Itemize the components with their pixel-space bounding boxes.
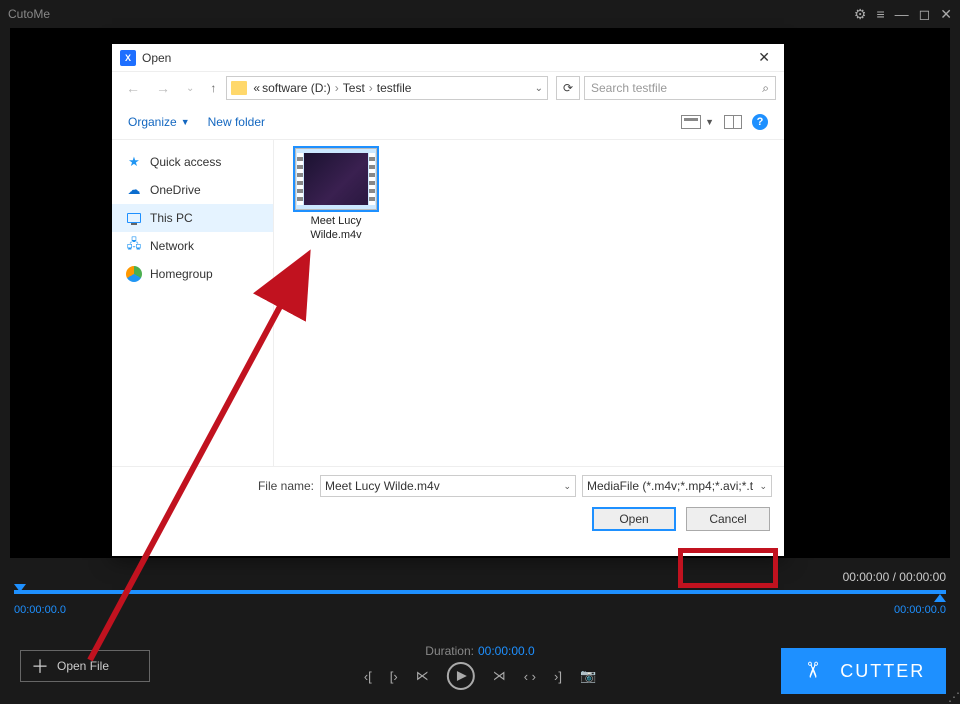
file-thumbnail [295,148,377,210]
file-item[interactable]: Meet Lucy Wilde.m4v [286,148,386,243]
dialog-sidebar: ★ Quick access ☁ OneDrive This PC 🖧 Netw… [112,140,274,466]
folder-icon [231,81,247,95]
plus-icon: ＋ [31,657,49,675]
file-label: Meet Lucy Wilde.m4v [286,214,386,243]
organize-label: Organize [128,115,177,129]
star-icon: ★ [126,154,142,170]
app-title: CutoMe [8,7,50,21]
duration-row: Duration: 00:00:00.0 [425,644,534,658]
breadcrumb-part-1[interactable]: Test [343,81,365,95]
organize-button[interactable]: Organize ▼ [128,115,190,129]
sidebar-item-this-pc[interactable]: This PC [112,204,273,232]
timeline-end-handle[interactable] [934,594,946,602]
dialog-app-icon: X [120,50,136,66]
prev-frame-icon[interactable]: ⋉ [416,668,429,684]
filter-value: MediaFile (*.m4v;*.mp4;*.avi;*.t [587,479,753,493]
cloud-icon: ☁ [126,182,142,198]
nav-recent-icon[interactable]: ⌄ [180,81,200,96]
breadcrumb-root: « [253,81,260,95]
sidebar-item-label: Quick access [150,155,221,169]
sidebar-item-onedrive[interactable]: ☁ OneDrive [112,176,273,204]
sidebar-item-label: This PC [150,211,193,225]
resize-grip[interactable]: ⋰ [946,690,960,704]
menu-icon[interactable]: ≡ [876,6,884,22]
breadcrumb-part-2[interactable]: testfile [377,81,412,95]
refresh-icon[interactable]: ⟳ [556,76,580,100]
sidebar-item-quick-access[interactable]: ★ Quick access [112,148,273,176]
nav-up-icon[interactable]: ↑ [204,79,222,97]
pc-icon [126,210,142,226]
sidebar-item-network[interactable]: 🖧 Network [112,232,273,260]
minimize-icon[interactable]: — [895,6,909,22]
dialog-titlebar: X Open ✕ [112,44,784,72]
dialog-file-list[interactable]: Meet Lucy Wilde.m4v [274,140,784,466]
nav-forward-icon[interactable]: → [150,78,176,98]
search-input[interactable]: Search testfile ⌕ [584,76,776,100]
timeline-end-time: 00:00:00.0 [894,604,946,616]
help-icon[interactable]: ? [752,114,768,130]
titlebar: CutoMe ⚙ ≡ — ◻ ✕ [0,0,960,28]
close-icon[interactable]: ✕ [940,6,952,23]
timeline-start-handle[interactable] [14,584,26,592]
filename-value: Meet Lucy Wilde.m4v [325,479,440,493]
playback-controls: ‹[ [› ⋉ ⋊ ‹ › ›] 📷 [364,662,596,690]
breadcrumb-dropdown-icon[interactable]: ⌄ [535,83,543,94]
breadcrumb-part-0[interactable]: software (D:) [262,81,331,95]
duration-value: 00:00:00.0 [478,644,535,658]
sidebar-item-label: Network [150,239,194,253]
breadcrumb[interactable]: « software (D:) › Test › testfile ⌄ [226,76,548,100]
filename-label: File name: [258,479,314,493]
file-open-dialog: X Open ✕ ← → ⌄ ↑ « software (D:) › Test … [112,44,784,556]
scissors-icon: ✂ [799,661,825,681]
duration-label: Duration: [425,644,474,658]
time-display: 00:00:00 / 00:00:00 [843,570,946,584]
sidebar-item-homegroup[interactable]: Homegroup [112,260,273,288]
open-file-label: Open File [57,659,109,673]
open-button-label: Open [619,512,648,526]
chevron-down-icon[interactable]: ⌄ [759,481,767,492]
timeline-start-time: 00:00:00.0 [14,604,946,616]
cancel-button-label: Cancel [709,512,746,526]
snapshot-icon[interactable]: 📷 [580,668,596,684]
open-button[interactable]: Open [592,507,676,531]
chevron-down-icon[interactable]: ⌄ [563,481,571,492]
filename-input[interactable]: Meet Lucy Wilde.m4v ⌄ [320,475,576,497]
settings-icon[interactable]: ⚙ [854,6,867,23]
preview-pane-button[interactable] [724,115,742,129]
jump-back-icon[interactable]: ‹ › [524,669,536,684]
dialog-close-icon[interactable]: ✕ [752,49,776,66]
new-folder-button[interactable]: New folder [208,115,265,129]
network-icon: 🖧 [126,238,142,254]
homegroup-icon [126,266,142,282]
cutter-label: CUTTER [840,661,925,682]
search-placeholder: Search testfile [591,81,667,95]
chevron-down-icon: ▼ [181,117,190,127]
mark-in-icon[interactable]: ‹[ [364,669,372,684]
chevron-right-icon: › [333,81,341,95]
dialog-nav: ← → ⌄ ↑ « software (D:) › Test › testfil… [112,72,784,104]
dialog-footer: File name: Meet Lucy Wilde.m4v ⌄ MediaFi… [112,466,784,531]
bottom-bar: ＋ Open File Duration: 00:00:00.0 ‹[ [› ⋉… [0,636,960,704]
maximize-icon[interactable]: ◻ [919,6,931,23]
chevron-right-icon: › [367,81,375,95]
mark-out-icon[interactable]: [› [390,669,398,684]
search-icon: ⌕ [762,81,769,96]
jump-fwd-icon[interactable]: ›] [554,669,562,684]
view-mode-button[interactable]: ▼ [681,115,714,129]
sidebar-item-label: OneDrive [150,183,201,197]
file-type-filter[interactable]: MediaFile (*.m4v;*.mp4;*.avi;*.t ⌄ [582,475,772,497]
cutter-button[interactable]: ✂ CUTTER [781,648,946,694]
cancel-button[interactable]: Cancel [686,507,770,531]
timeline[interactable]: 00:00:00.0 00:00:00.0 [14,590,946,616]
dialog-title: Open [142,51,171,65]
nav-back-icon[interactable]: ← [120,78,146,98]
open-file-button[interactable]: ＋ Open File [20,650,150,682]
next-frame-icon[interactable]: ⋊ [493,668,506,684]
sidebar-item-label: Homegroup [150,267,213,281]
dialog-toolbar: Organize ▼ New folder ▼ ? [112,104,784,140]
play-button[interactable] [447,662,475,690]
